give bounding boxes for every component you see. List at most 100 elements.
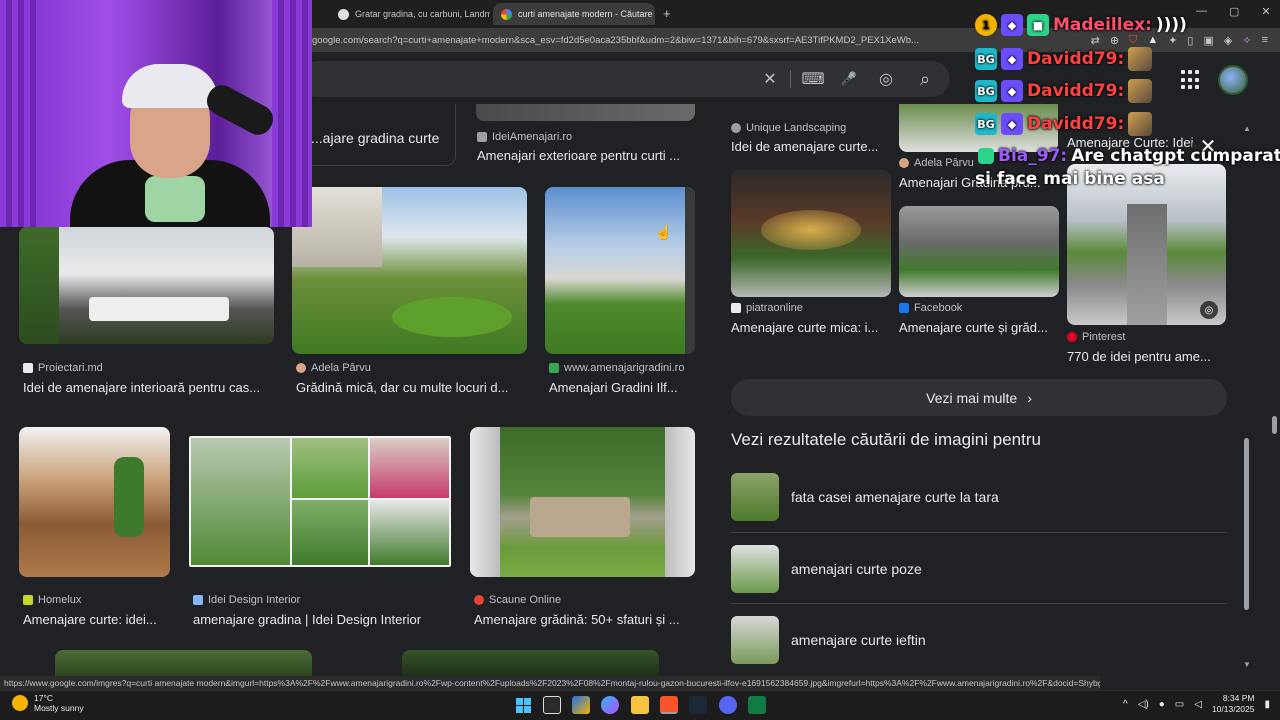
result-image[interactable] <box>19 427 170 577</box>
chat-message: 1 ◆ ■ Madeillex: )))) <box>975 14 1187 36</box>
tab-search-active[interactable]: curti amenajate modern - Căutare ✕ <box>493 3 655 25</box>
chat-emote-icon <box>1128 47 1153 71</box>
chat-emote-icon <box>1128 112 1153 136</box>
widgets-icon[interactable] <box>572 696 590 714</box>
task-view-icon[interactable] <box>543 696 561 714</box>
url-text: google.com/search?q=curti+amenajate+mode… <box>312 34 919 46</box>
related-search-item[interactable]: fata casei amenajare curte la tara <box>731 471 1227 523</box>
result-title[interactable]: Amenajare grădină: 50+ sfaturi și ... <box>474 612 696 627</box>
chat-badge: BG <box>975 113 997 135</box>
chat-badge: BG <box>975 48 997 70</box>
search-divider <box>790 70 791 88</box>
result-title[interactable]: amenajare gradina | Idei Design Interior <box>193 612 451 627</box>
voice-search-icon[interactable]: 🎤 <box>839 69 859 89</box>
page-scrollbar[interactable] <box>1272 416 1277 434</box>
chat-badge-icon <box>978 148 994 164</box>
tray-overflow-icon[interactable]: ^ <box>1123 699 1128 710</box>
discord-icon[interactable] <box>719 696 737 714</box>
windows-start-icon[interactable] <box>514 696 532 714</box>
result-image[interactable] <box>292 187 527 354</box>
microphone-icon[interactable]: ● <box>1159 699 1165 710</box>
minimize-icon[interactable]: — <box>1196 5 1207 18</box>
related-thumbnail <box>731 545 779 593</box>
panel-item-title[interactable]: Amenajare curte mica: i... <box>731 320 886 335</box>
result-chip[interactable]: ...ajare gradina curte <box>300 104 456 166</box>
apps-grid-icon[interactable] <box>1181 70 1201 90</box>
lens-icon[interactable]: ◎ <box>876 69 896 89</box>
result-image[interactable] <box>189 436 451 567</box>
weather-desc: Mostly sunny <box>34 703 84 713</box>
site-favicon-icon <box>731 123 741 133</box>
result-source: Proiectari.md <box>23 362 103 374</box>
result-image[interactable] <box>470 427 695 577</box>
result-title[interactable]: Grădină mică, dar cu multe locuri d... <box>296 380 524 395</box>
maximize-icon[interactable]: ▢ <box>1229 5 1239 18</box>
result-title[interactable]: Idei de amenajare interioară pentru cas.… <box>23 380 278 395</box>
site-favicon-icon <box>296 363 306 373</box>
pinterest-icon <box>1067 332 1077 342</box>
site-favicon-icon <box>549 363 559 373</box>
tab-gratar[interactable]: Gratar gradina, cu carbuni, Landmann <box>330 3 490 25</box>
close-window-icon[interactable]: ✕ <box>1261 5 1270 18</box>
chevron-right-icon: › <box>1027 389 1032 406</box>
chat-message: Bia_97: Are chatgpt cumparat, <box>978 146 1280 166</box>
result-image[interactable] <box>476 104 695 121</box>
file-explorer-icon[interactable] <box>631 696 649 714</box>
chat-message: BG ◆ Davidd79: <box>975 47 1153 71</box>
tab-favicon-icon <box>338 8 349 20</box>
related-search-label: fata casei amenajare curte la tara <box>791 489 999 505</box>
panel-item-title[interactable]: Amenajare curte și grăd... <box>899 320 1054 335</box>
see-more-button[interactable]: Vezi mai multe › <box>731 379 1227 416</box>
chat-badge-icon: ◆ <box>1001 48 1023 70</box>
notification-icon[interactable]: ▮ <box>1264 699 1270 710</box>
panel-item-source: Pinterest <box>1067 331 1125 343</box>
chat-badge-icon: ◆ <box>1001 14 1023 36</box>
excel-icon[interactable] <box>748 696 766 714</box>
vpn-icon[interactable]: ◈ <box>1224 34 1232 47</box>
steam-icon[interactable] <box>689 696 707 714</box>
mouse-cursor-icon: ☝ <box>655 224 673 240</box>
ai-icon[interactable]: ✧ <box>1242 34 1251 47</box>
keyboard-icon[interactable]: ⌨ <box>801 69 824 89</box>
clock[interactable]: 8:34 PM 10/13/2025 <box>1212 693 1255 715</box>
result-title[interactable]: Amenajare curte: idei... <box>23 612 173 627</box>
brave-browser-icon[interactable] <box>660 696 678 714</box>
panel-item-image[interactable] <box>899 206 1059 297</box>
result-title[interactable]: Amenajari Gradini Ilf... <box>549 380 695 395</box>
panel-item-title[interactable]: 770 de idei pentru ame... <box>1067 349 1222 364</box>
result-image[interactable] <box>402 650 659 676</box>
panel-item-image[interactable] <box>731 170 891 297</box>
scroll-up-icon[interactable]: ▲ <box>1243 124 1251 133</box>
sidebar-icon[interactable]: ▯ <box>1187 34 1193 47</box>
result-image[interactable] <box>545 187 695 354</box>
sun-icon <box>12 695 28 711</box>
search-icon[interactable]: ⌕ <box>915 69 935 89</box>
related-search-item[interactable]: amenajari curte poze <box>731 543 1227 595</box>
result-title[interactable]: Amenajari exterioare pentru curti ... <box>477 148 697 163</box>
panel-item-title[interactable]: Idei de amenajare curte... <box>731 139 886 154</box>
panel-scrollbar[interactable] <box>1244 438 1249 610</box>
clear-search-icon[interactable]: ✕ <box>760 69 780 89</box>
chat-text: si face mai bine asa <box>975 169 1165 189</box>
wallet-icon[interactable]: ▣ <box>1203 34 1213 47</box>
weather-widget[interactable]: 17°C Mostly sunny <box>12 693 84 713</box>
result-image[interactable] <box>55 650 312 676</box>
result-source: Scaune Online <box>474 594 561 606</box>
scroll-down-icon[interactable]: ▼ <box>1243 660 1251 669</box>
new-tab-button[interactable]: + <box>663 6 671 21</box>
result-image[interactable] <box>19 227 274 344</box>
speaker-icon[interactable]: ◁ <box>1194 699 1202 710</box>
chat-emote-icon <box>1128 79 1153 103</box>
copilot-icon[interactable] <box>601 696 619 714</box>
menu-icon[interactable]: ≡ <box>1262 34 1268 46</box>
lens-search-icon[interactable]: ◎ <box>1200 301 1218 319</box>
volume-icon[interactable]: ◁) <box>1138 699 1149 710</box>
chat-badge: BG <box>975 80 997 102</box>
avatar[interactable] <box>1218 65 1248 95</box>
panel-item-source: Facebook <box>899 302 962 314</box>
network-icon[interactable]: ▭ <box>1175 699 1184 710</box>
tab-label: curti amenajate modern - Căutare <box>518 9 653 19</box>
related-search-item[interactable]: amenajare curte ieftin <box>731 614 1227 666</box>
clock-time: 8:34 PM <box>1222 693 1255 703</box>
link-status-bar: https://www.google.com/imgres?q=curti am… <box>0 676 1100 690</box>
